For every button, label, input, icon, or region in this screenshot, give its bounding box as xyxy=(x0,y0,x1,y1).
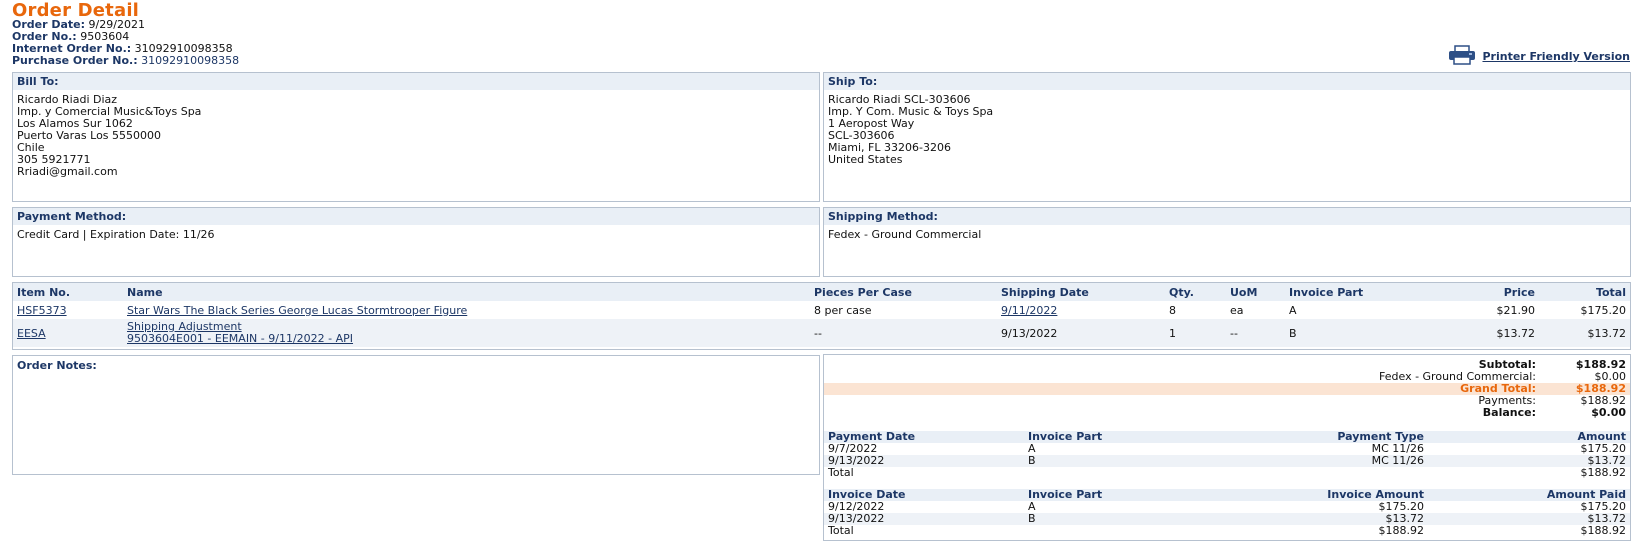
table-total-row: Total $188.92 xyxy=(824,467,1630,479)
col-invoice-part: Invoice Part xyxy=(1023,489,1226,501)
payment-method-panel: Payment Method: Credit Card | Expiration… xyxy=(12,207,820,277)
total-invoice-amount: $188.92 xyxy=(1378,524,1424,537)
invoice-part: B xyxy=(1289,326,1297,340)
payments-table: Payment Date Invoice Part Payment Type A… xyxy=(824,431,1630,479)
price: $21.90 xyxy=(1496,303,1536,317)
order-notes-header: Order Notes: xyxy=(17,359,97,372)
balance-value: $0.00 xyxy=(1591,406,1626,419)
qty: 1 xyxy=(1169,326,1176,340)
bill-to-address: Ricardo Riadi Diaz Imp. y Comercial Musi… xyxy=(17,93,202,178)
invoices-table: Invoice Date Invoice Part Invoice Amount… xyxy=(824,489,1630,537)
col-name: Name xyxy=(123,283,810,301)
shipping-method-panel: Shipping Method: Fedex - Ground Commerci… xyxy=(823,207,1631,277)
shipping-method-header: Shipping Method: xyxy=(824,208,1630,225)
item-no-link[interactable]: EESA xyxy=(17,327,46,340)
table-row: 9/13/2022 B MC 11/26 $13.72 xyxy=(824,455,1630,467)
uom: -- xyxy=(1230,326,1238,340)
invoice-part: B xyxy=(1027,512,1036,525)
bill-to-header: Bill To: xyxy=(13,73,819,90)
item-no-link[interactable]: HSF5373 xyxy=(17,304,67,317)
table-row: 9/13/2022 B $13.72 $13.72 xyxy=(824,513,1630,525)
col-invoice-part: Invoice Part xyxy=(1285,283,1440,301)
items-header-row: Item No. Name Pieces Per Case Shipping D… xyxy=(13,283,1630,301)
price: $13.72 xyxy=(1496,326,1536,340)
printer-friendly-link[interactable]: Printer Friendly Version xyxy=(1482,50,1630,63)
item-subname-link[interactable]: 9503604E001 - EEMAIN - 9/11/2022 - API xyxy=(127,332,353,345)
invoice-part: A xyxy=(1289,303,1297,317)
invoice-part: A xyxy=(1027,442,1036,455)
printer-friendly[interactable]: Printer Friendly Version xyxy=(1448,45,1630,68)
shipping-label: Fedex - Ground Commercial: xyxy=(1379,370,1536,383)
ship-to-panel: Ship To: Ricardo Riadi SCL-303606 Imp. Y… xyxy=(823,72,1631,202)
total-amount-paid: $188.92 xyxy=(1580,524,1627,537)
col-shipping-date: Shipping Date xyxy=(997,283,1165,301)
total: $175.20 xyxy=(1580,303,1627,317)
payment-method-value: Credit Card | Expiration Date: 11/26 xyxy=(17,228,215,241)
payments-label: Payments: xyxy=(1478,394,1536,407)
uom: ea xyxy=(1230,303,1244,317)
col-total: Total xyxy=(1539,283,1630,301)
qty: 8 xyxy=(1169,303,1176,317)
printer-icon[interactable] xyxy=(1448,45,1476,68)
shipping-date: 9/13/2022 xyxy=(1001,326,1058,340)
payment-method-header: Payment Method: xyxy=(13,208,819,225)
po-value: 31092910098358 xyxy=(141,54,240,67)
totals-panel: Subtotal: $188.92 Fedex - Ground Commerc… xyxy=(823,354,1631,541)
ship-to-address: Ricardo Riadi SCL-303606 Imp. Y Com. Mus… xyxy=(828,93,994,166)
grand-total-label: Grand Total: xyxy=(1460,382,1536,395)
invoice-part: B xyxy=(1027,454,1036,467)
balance-row: Balance: $0.00 xyxy=(824,407,1630,419)
balance-label: Balance: xyxy=(1482,406,1536,419)
total-label: Total xyxy=(828,524,854,537)
table-row: HSF5373 Star Wars The Black Series Georg… xyxy=(13,301,1630,319)
item-name-link[interactable]: Star Wars The Black Series George Lucas … xyxy=(127,304,467,317)
payment-type: MC 11/26 xyxy=(1371,454,1424,467)
table-row: 9/12/2022 A $175.20 $175.20 xyxy=(824,501,1630,513)
order-notes-panel: Order Notes: xyxy=(12,355,820,475)
po-label: Purchase Order No.: xyxy=(12,54,138,67)
ship-to-header: Ship To: xyxy=(824,73,1630,90)
col-uom: UoM xyxy=(1226,283,1285,301)
invoice-part: A xyxy=(1027,500,1036,513)
col-pieces-per-case: Pieces Per Case xyxy=(810,283,997,301)
total-label: Total xyxy=(828,466,854,479)
col-price: Price xyxy=(1440,283,1539,301)
po-line: Purchase Order No.: 31092910098358 xyxy=(12,55,239,67)
col-invoice-part: Invoice Part xyxy=(1023,431,1226,443)
pieces-per-case: -- xyxy=(814,326,822,340)
col-qty: Qty. xyxy=(1165,283,1226,301)
items-table: Item No. Name Pieces Per Case Shipping D… xyxy=(12,282,1631,350)
col-item-no: Item No. xyxy=(13,283,123,301)
table-row: EESA Shipping Adjustment 9503604E001 - E… xyxy=(13,319,1630,347)
pieces-per-case: 8 per case xyxy=(814,303,872,317)
shipping-method-value: Fedex - Ground Commercial xyxy=(828,228,982,241)
total: $13.72 xyxy=(1587,326,1627,340)
shipping-date-link[interactable]: 9/11/2022 xyxy=(1001,304,1057,317)
total-amount: $188.92 xyxy=(1580,466,1627,479)
bill-to-panel: Bill To: Ricardo Riadi Diaz Imp. y Comer… xyxy=(12,72,820,202)
table-total-row: Total $188.92 $188.92 xyxy=(824,525,1630,537)
table-row: 9/7/2022 A MC 11/26 $175.20 xyxy=(824,443,1630,455)
